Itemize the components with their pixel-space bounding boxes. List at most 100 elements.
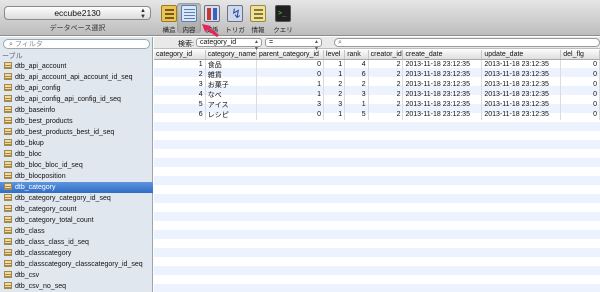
filter-value-input[interactable]: ⌕ [334, 38, 600, 47]
table-cell[interactable]: 0 [560, 79, 600, 90]
search-icon: ⌕ [338, 39, 342, 46]
sidebar-table-item[interactable]: dtb_best_products [0, 116, 153, 127]
table-cell[interactable]: 3 [344, 89, 369, 100]
sidebar-table-item[interactable]: dtb_api_config_api_config_id_seq [0, 94, 153, 105]
table-cell[interactable]: 1 [323, 59, 346, 70]
filter-operator-select[interactable]: = ▲ ▼ [265, 38, 322, 52]
table-cell[interactable]: 2013-11-18 23:12:35 [481, 69, 562, 80]
table-cell[interactable]: 2013-11-18 23:12:35 [402, 109, 483, 120]
table-row[interactable]: 2 雑貨 0 1 6 2 2013-11-18 23:12:35 2013-11-18 23:… [154, 69, 600, 80]
sidebar-table-item[interactable]: dtb_blocposition [0, 171, 153, 182]
table-cell[interactable]: 1 [256, 89, 325, 100]
sidebar-table-item[interactable]: dtb_classcategory [0, 248, 153, 259]
table-cell[interactable]: 2013-11-18 23:12:35 [481, 89, 562, 100]
table-cell[interactable]: 6 [344, 69, 369, 80]
table-cell[interactable]: 0 [560, 59, 600, 70]
sidebar-table-item[interactable]: dtb_classcategory_classcategory_id_seq [0, 259, 153, 270]
sidebar-table-item[interactable]: dtb_baseinfo [0, 105, 153, 116]
table-cell[interactable]: 2013-11-18 23:12:35 [402, 99, 483, 110]
table-cell[interactable]: 4 [344, 59, 369, 70]
filter-column-select[interactable]: category_id ▲ ▼ [196, 38, 262, 52]
table-cell[interactable]: 2013-11-18 23:12:35 [481, 109, 562, 120]
column-header[interactable]: rank [344, 50, 369, 60]
table-cell[interactable]: レシピ [205, 109, 257, 120]
sidebar-table-item[interactable]: dtb_category_total_count [0, 215, 153, 226]
sidebar-table-item[interactable]: dtb_category [0, 182, 153, 193]
table-cell[interactable]: アイス [205, 99, 257, 110]
table-cell[interactable]: 2 [323, 79, 346, 90]
table-row[interactable]: 6 レシピ 0 1 5 2 2013-11-18 23:12:35 2013-11-18 23… [154, 109, 600, 120]
table-row[interactable]: 4 なべ 1 2 3 2 2013-11-18 23:12:35 2013-11-18 23:… [154, 89, 600, 100]
column-header[interactable]: del_flg [560, 50, 600, 60]
table-cell[interactable]: 1 [344, 99, 369, 110]
table-cell[interactable]: 4 [154, 89, 206, 100]
sidebar-table-item[interactable]: dtb_category_category_id_seq [0, 193, 153, 204]
triggers-button[interactable]: トリガ [223, 5, 247, 34]
sidebar-table-item[interactable]: dtb_category_count [0, 204, 153, 215]
table-filter-input[interactable]: ⌕ フィルタ [3, 39, 150, 49]
table-cell[interactable]: 2 [368, 69, 404, 80]
table-cell[interactable]: 雑貨 [205, 69, 257, 80]
table-cell[interactable]: 2013-11-18 23:12:35 [402, 89, 483, 100]
table-cell[interactable]: 食品 [205, 59, 257, 70]
sidebar-table-item[interactable]: dtb_bloc_bloc_id_seq [0, 160, 153, 171]
sidebar-table-item[interactable]: dtb_api_account_api_account_id_seq [0, 72, 153, 83]
sidebar-table-item[interactable]: dtb_class [0, 226, 153, 237]
query-button[interactable]: クエリ [271, 5, 295, 34]
column-header[interactable]: update_date [481, 50, 562, 60]
table-cell[interactable]: 2 [154, 69, 206, 80]
table-cell[interactable]: 2 [368, 89, 404, 100]
sidebar-table-item[interactable]: dtb_csv [0, 270, 153, 281]
sidebar-table-item[interactable]: dtb_api_account [0, 61, 153, 72]
table-cell[interactable]: 2 [368, 59, 404, 70]
column-header[interactable]: parent_category_id [256, 50, 325, 60]
column-header[interactable]: category_name [205, 50, 257, 60]
table-cell[interactable]: 1 [154, 59, 206, 70]
table-cell[interactable]: 2 [344, 79, 369, 90]
table-cell[interactable]: 1 [256, 79, 325, 90]
column-header[interactable]: level [323, 50, 346, 60]
table-cell[interactable]: 0 [256, 69, 325, 80]
table-cell[interactable]: 2 [323, 89, 346, 100]
table-cell[interactable]: 2013-11-18 23:12:35 [481, 99, 562, 110]
table-row[interactable]: 1 食品 0 1 4 2 2013-11-18 23:12:35 2013-11-18 23:… [154, 59, 600, 70]
table-cell[interactable]: 0 [560, 69, 600, 80]
table-cell[interactable]: 3 [256, 99, 325, 110]
table-cell[interactable]: 2013-11-18 23:12:35 [481, 59, 562, 70]
table-cell[interactable]: 3 [154, 79, 206, 90]
table-cell[interactable]: 2013-11-18 23:12:35 [481, 79, 562, 90]
content-button[interactable]: 内容 [177, 3, 201, 34]
database-select[interactable]: eccube2130 ▲ ▼ [4, 6, 151, 20]
table-cell[interactable]: お菓子 [205, 79, 257, 90]
sidebar-table-item[interactable]: dtb_class_class_id_seq [0, 237, 153, 248]
table-cell[interactable]: 2 [368, 109, 404, 120]
table-cell[interactable]: 0 [560, 109, 600, 120]
table-cell[interactable]: 2 [368, 99, 404, 110]
table-cell[interactable]: 5 [344, 109, 369, 120]
sidebar-table-item[interactable]: dtb_api_config [0, 83, 153, 94]
table-cell[interactable]: 3 [323, 99, 346, 110]
table-cell[interactable]: 6 [154, 109, 206, 120]
table-cell[interactable]: 1 [323, 69, 346, 80]
table-cell[interactable]: 2013-11-18 23:12:35 [402, 69, 483, 80]
column-header[interactable]: category_id [154, 50, 206, 60]
info-button[interactable]: 情報 [246, 5, 270, 34]
column-header[interactable]: create_date [402, 50, 483, 60]
table-cell[interactable]: 1 [323, 109, 346, 120]
table-row[interactable]: 3 お菓子 1 2 2 2 2013-11-18 23:12:35 2013-11-18 23… [154, 79, 600, 90]
table-cell[interactable]: 2 [368, 79, 404, 90]
table-cell[interactable]: 5 [154, 99, 206, 110]
table-cell[interactable]: なべ [205, 89, 257, 100]
table-cell[interactable]: 2013-11-18 23:12:35 [402, 79, 483, 90]
sidebar-table-item[interactable]: dtb_bloc [0, 149, 153, 160]
sidebar-table-item[interactable]: dtb_csv_no_seq [0, 281, 153, 292]
sidebar-table-item[interactable]: dtb_bkup [0, 138, 153, 149]
table-row[interactable]: 5 アイス 3 3 1 2 2013-11-18 23:12:35 2013-11-18 23… [154, 99, 600, 110]
sidebar-table-item[interactable]: dtb_best_products_best_id_seq [0, 127, 153, 138]
table-cell[interactable]: 2013-11-18 23:12:35 [402, 59, 483, 70]
table-cell[interactable]: 0 [256, 59, 325, 70]
table-cell[interactable]: 0 [560, 99, 600, 110]
table-cell[interactable]: 0 [256, 109, 325, 120]
column-header[interactable]: creator_id [368, 50, 404, 60]
table-cell[interactable]: 0 [560, 89, 600, 100]
